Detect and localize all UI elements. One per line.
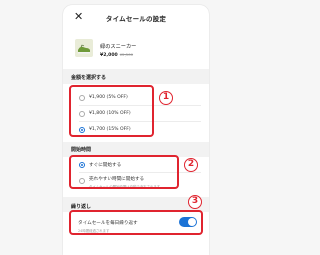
annotation-box-3 xyxy=(69,210,203,235)
page-title: タイムセールの設定 xyxy=(105,15,167,23)
annotation-badge-1: 1 xyxy=(159,91,173,105)
header: ✕ タイムセールの設定 xyxy=(63,5,209,31)
product-name: 緑のスニーカー xyxy=(100,44,137,50)
discount-section-label: 金額を選択する xyxy=(71,75,107,81)
product-thumbnail xyxy=(75,39,93,57)
annotation-box-2 xyxy=(69,155,179,189)
repeat-section-label: 繰り返し xyxy=(71,204,92,210)
start-section-label: 開始時間 xyxy=(71,147,92,153)
annotation-badge-2: 2 xyxy=(184,158,198,172)
annotation-badge-3: 3 xyxy=(188,195,202,209)
sale-price: ¥2,000 xyxy=(100,53,118,58)
annotation-box-1 xyxy=(69,85,154,137)
original-price: ¥2,500 xyxy=(119,52,134,57)
product-price: ¥2,000 ¥2,500 xyxy=(100,52,133,58)
